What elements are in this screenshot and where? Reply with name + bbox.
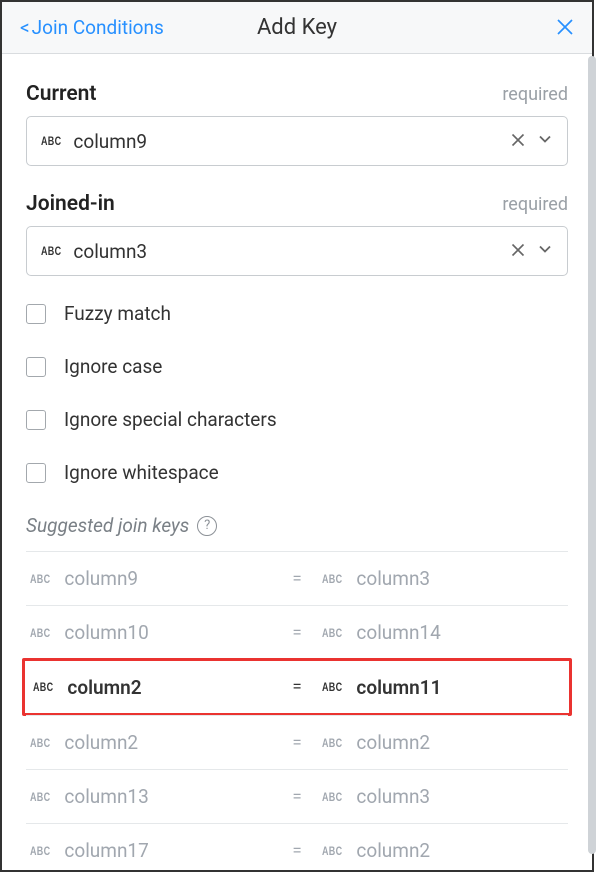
panel-title: Add Key bbox=[257, 15, 337, 40]
close-icon bbox=[511, 243, 525, 257]
joined-required: required bbox=[502, 194, 568, 215]
suggested-key-row[interactable]: ABCcolumn17=ABCcolumn2 bbox=[26, 823, 568, 870]
current-select[interactable]: ABC column9 bbox=[26, 116, 568, 166]
checkbox-icon[interactable] bbox=[26, 304, 46, 324]
checkbox-icon[interactable] bbox=[26, 463, 46, 483]
ignore-whitespace-option[interactable]: Ignore whitespace bbox=[26, 461, 568, 484]
scrollbar[interactable] bbox=[588, 56, 594, 854]
suggested-left-col: column9 bbox=[64, 567, 138, 590]
suggested-right-col: column14 bbox=[356, 621, 440, 644]
fuzzy-label: Fuzzy match bbox=[64, 302, 171, 325]
checkbox-icon[interactable] bbox=[26, 357, 46, 377]
suggested-key-row[interactable]: ABCcolumn13=ABCcolumn3 bbox=[26, 769, 568, 823]
clear-joined-button[interactable] bbox=[511, 240, 525, 262]
suggested-left-col: column2 bbox=[64, 731, 138, 754]
joined-select[interactable]: ABC column3 bbox=[26, 226, 568, 276]
chevron-down-icon[interactable] bbox=[537, 241, 553, 261]
checkbox-icon[interactable] bbox=[26, 410, 46, 430]
abc-type-icon: ABC bbox=[322, 681, 342, 694]
suggested-right-col: column11 bbox=[356, 676, 441, 699]
abc-type-icon: ABC bbox=[322, 844, 342, 857]
abc-type-icon: ABC bbox=[322, 572, 342, 585]
suggested-key-row[interactable]: ABCcolumn9=ABCcolumn3 bbox=[26, 551, 568, 605]
close-icon bbox=[511, 133, 525, 147]
current-field: Current required ABC column9 bbox=[26, 82, 568, 166]
suggested-key-row[interactable]: ABCcolumn2=ABCcolumn11 bbox=[22, 658, 572, 716]
abc-type-icon: ABC bbox=[30, 844, 50, 857]
current-value: column9 bbox=[73, 130, 499, 153]
suggested-left-col: column2 bbox=[67, 676, 141, 699]
suggested-left: ABC column13 bbox=[30, 785, 272, 808]
joined-label-row: Joined-in required bbox=[26, 192, 568, 216]
current-label: Current bbox=[26, 82, 96, 106]
suggested-left-col: column10 bbox=[64, 621, 148, 644]
abc-type-icon: ABC bbox=[30, 626, 50, 639]
abc-type-icon: ABC bbox=[41, 245, 61, 258]
ignore-ws-label: Ignore whitespace bbox=[64, 461, 219, 484]
abc-type-icon: ABC bbox=[322, 736, 342, 749]
chevron-left-icon: < bbox=[20, 16, 30, 39]
abc-type-icon: ABC bbox=[30, 572, 50, 585]
ignore-case-label: Ignore case bbox=[64, 355, 162, 378]
back-link-label: Join Conditions bbox=[32, 16, 164, 39]
chevron-down-icon[interactable] bbox=[537, 131, 553, 151]
ignore-special-label: Ignore special characters bbox=[64, 408, 277, 431]
suggested-right: ABC column2 bbox=[322, 731, 564, 754]
abc-type-icon: ABC bbox=[33, 681, 53, 694]
abc-type-icon: ABC bbox=[30, 790, 50, 803]
suggested-left: ABC column9 bbox=[30, 567, 272, 590]
back-link[interactable]: < Join Conditions bbox=[20, 16, 164, 39]
suggested-right-col: column2 bbox=[356, 731, 430, 754]
suggested-left: ABC column17 bbox=[30, 839, 272, 862]
suggested-left-col: column17 bbox=[64, 839, 148, 862]
ignore-case-option[interactable]: Ignore case bbox=[26, 355, 568, 378]
suggested-left: ABC column2 bbox=[30, 731, 272, 754]
suggested-right: ABC column11 bbox=[322, 676, 561, 699]
panel-header: < Join Conditions Add Key bbox=[2, 2, 592, 54]
equals-icon: = bbox=[272, 677, 322, 697]
fuzzy-match-option[interactable]: Fuzzy match bbox=[26, 302, 568, 325]
current-label-row: Current required bbox=[26, 82, 568, 106]
equals-icon: = bbox=[272, 733, 322, 753]
equals-icon: = bbox=[272, 569, 322, 589]
suggested-right-col: column3 bbox=[356, 785, 430, 808]
suggested-keys-header: Suggested join keys ? bbox=[26, 514, 568, 537]
ignore-special-option[interactable]: Ignore special characters bbox=[26, 408, 568, 431]
suggested-keys-title: Suggested join keys bbox=[26, 514, 189, 537]
panel-body: Current required ABC column9 Joined-in r… bbox=[2, 54, 592, 870]
clear-current-button[interactable] bbox=[511, 130, 525, 152]
abc-type-icon: ABC bbox=[322, 790, 342, 803]
equals-icon: = bbox=[272, 787, 322, 807]
suggested-keys-list: ABCcolumn9=ABCcolumn3ABCcolumn10=ABCcolu… bbox=[26, 551, 568, 870]
options-group: Fuzzy match Ignore case Ignore special c… bbox=[26, 302, 568, 484]
suggested-left: ABC column10 bbox=[30, 621, 272, 644]
abc-type-icon: ABC bbox=[322, 626, 342, 639]
help-icon[interactable]: ? bbox=[197, 516, 217, 536]
suggested-right: ABC column2 bbox=[322, 839, 564, 862]
current-required: required bbox=[502, 84, 568, 105]
equals-icon: = bbox=[272, 623, 322, 643]
suggested-left-col: column13 bbox=[64, 785, 148, 808]
suggested-key-row[interactable]: ABCcolumn10=ABCcolumn14 bbox=[26, 605, 568, 659]
joined-field: Joined-in required ABC column3 bbox=[26, 192, 568, 276]
abc-type-icon: ABC bbox=[30, 736, 50, 749]
suggested-key-row[interactable]: ABCcolumn2=ABCcolumn2 bbox=[26, 715, 568, 769]
add-key-panel: < Join Conditions Add Key Current requir… bbox=[0, 0, 594, 872]
suggested-left: ABC column2 bbox=[33, 676, 272, 699]
suggested-right-col: column2 bbox=[356, 839, 430, 862]
abc-type-icon: ABC bbox=[41, 135, 61, 148]
suggested-right: ABC column3 bbox=[322, 785, 564, 808]
close-button[interactable] bbox=[556, 15, 574, 41]
suggested-right: ABC column14 bbox=[322, 621, 564, 644]
equals-icon: = bbox=[272, 841, 322, 861]
suggested-right: ABC column3 bbox=[322, 567, 564, 590]
close-icon bbox=[556, 18, 574, 36]
suggested-right-col: column3 bbox=[356, 567, 430, 590]
joined-value: column3 bbox=[73, 240, 499, 263]
joined-label: Joined-in bbox=[26, 192, 115, 216]
